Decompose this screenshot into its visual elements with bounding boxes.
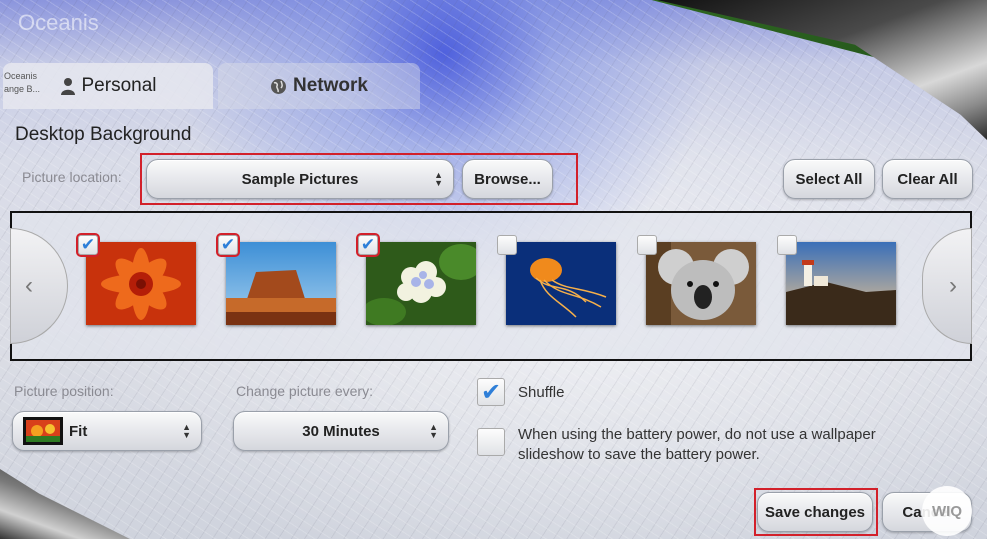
picture-position-select[interactable]: Fit ▲ ▼ (12, 411, 202, 451)
thumbnail-checkbox-koala[interactable] (637, 235, 657, 255)
change-picture-value: 30 Minutes (302, 422, 380, 440)
globe-icon (271, 78, 287, 94)
fit-preview-icon (23, 417, 63, 445)
highlight-save (754, 488, 878, 536)
app-title: Oceanis (18, 10, 99, 35)
battery-label-line-1: When using the battery power, do not use… (518, 426, 876, 443)
picture-location-label: Picture location: (22, 169, 122, 185)
picture-position-value: Fit (69, 422, 88, 440)
tab-personal-label: Personal (81, 75, 157, 96)
select-arrows-icon: ▲ ▼ (182, 422, 191, 440)
thumbnail-jellyfish[interactable] (506, 242, 616, 325)
picture-position-label: Picture position: (14, 383, 114, 399)
thumbnail-checkbox-hydrangeas[interactable]: ✔ (356, 233, 380, 257)
tab-ghost-line-1: Oceanis (4, 71, 38, 81)
thumbnail-checkbox-jellyfish[interactable] (497, 235, 517, 255)
thumbnail-checkbox-desert[interactable]: ✔ (216, 233, 240, 257)
tab-network[interactable]: Network (218, 63, 420, 109)
thumbnail-desert[interactable] (226, 242, 336, 325)
clear-all-button[interactable]: Clear All (882, 159, 973, 199)
thumbnail-checkbox-lighthouse[interactable] (777, 235, 797, 255)
select-all-button[interactable]: Select All (783, 159, 875, 199)
section-title: Desktop Background (15, 124, 192, 145)
tab-ghost-line-2: ange B... (4, 84, 41, 94)
chevron-right-icon: › (949, 272, 957, 299)
shuffle-checkbox[interactable]: ✔ (477, 378, 505, 406)
chevron-left-icon: ‹ (25, 272, 33, 299)
tab-ghost-text: Oceanis ange B... (4, 70, 40, 96)
battery-label-line-2: slideshow to save the battery power. (518, 446, 760, 463)
thumbnail-lighthouse[interactable] (786, 242, 896, 325)
change-picture-label: Change picture every: (236, 383, 373, 399)
thumbnail-koala[interactable] (646, 242, 756, 325)
thumbnail-flower[interactable] (86, 242, 196, 325)
thumbnail-hydrangeas[interactable] (366, 242, 476, 325)
change-picture-select[interactable]: 30 Minutes ▲ ▼ (233, 411, 449, 451)
thumbnail-checkbox-flower[interactable]: ✔ (76, 233, 100, 257)
battery-checkbox[interactable] (477, 428, 505, 456)
highlight-location (140, 153, 578, 205)
watermark-logo: WIQ (922, 486, 972, 536)
tab-network-label: Network (293, 75, 368, 96)
select-arrows-icon: ▲ ▼ (429, 422, 438, 440)
person-icon (60, 78, 75, 95)
shuffle-label: Shuffle (518, 384, 565, 401)
battery-label: When using the battery power, do not use… (518, 425, 876, 465)
